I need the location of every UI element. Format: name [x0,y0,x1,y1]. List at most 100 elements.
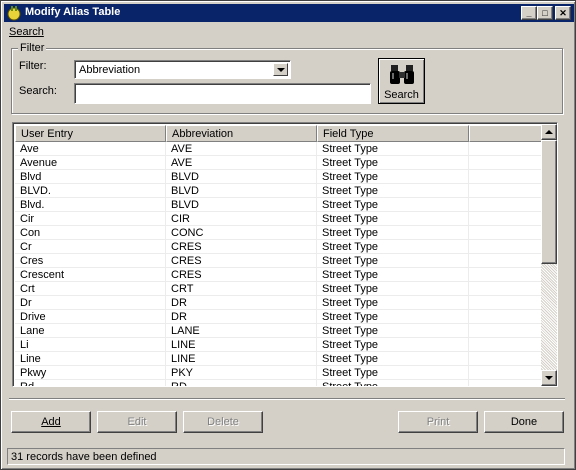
minimize-button[interactable]: _ [521,6,537,20]
cell-user-entry: Crt [20,283,35,295]
table-row[interactable]: Pkwy PKY Street Type [15,366,542,380]
table-row[interactable]: Ave AVE Street Type [15,142,542,156]
menu-bar: Search [9,26,44,42]
close-button[interactable]: ✕ [555,6,571,20]
cell-user-entry: Cir [20,213,35,225]
cell-abbreviation: DR [171,297,187,309]
app-icon [7,6,21,21]
cell-abbreviation: PKY [171,367,194,379]
minimize-icon: _ [526,8,532,18]
cell-field-type: Street Type [322,353,379,365]
cell-abbreviation: DR [171,311,187,323]
scrollbar-thumb[interactable] [541,140,557,264]
delete-button[interactable]: Delete [183,411,263,433]
vertical-scrollbar[interactable] [541,124,557,386]
status-bar: 31 records have been defined [7,448,565,465]
cell-field-type: Street Type [322,283,379,295]
table-row[interactable]: Dr DR Street Type [15,296,542,310]
title-bar[interactable]: Modify Alias Table _ □ ✕ [4,4,574,22]
cell-field-type: Street Type [322,185,379,197]
separator [9,398,565,400]
alias-table[interactable]: User Entry Abbreviation Field Type Ave AV… [12,122,558,387]
table-row[interactable]: Blvd. BLVD Street Type [15,198,542,212]
cell-abbreviation: LINE [171,353,196,365]
table-row[interactable]: Crescent CRES Street Type [15,268,542,282]
cell-abbreviation: BLVD [171,185,199,197]
cell-user-entry: Cr [20,241,32,253]
scroll-down-arrow-icon[interactable] [541,370,557,386]
table-row[interactable]: Crt CRT Street Type [15,282,542,296]
cell-abbreviation: CRT [171,283,194,295]
table-row[interactable]: BLVD. BLVD Street Type [15,184,542,198]
search-label: Search: [19,85,57,97]
cell-field-type: Street Type [322,339,379,351]
cell-field-type: Street Type [322,143,379,155]
cell-abbreviation: LINE [171,339,196,351]
cell-user-entry: Avenue [20,157,58,169]
maximize-button[interactable]: □ [537,6,553,20]
cell-abbreviation: AVE [171,143,193,155]
filter-dropdown[interactable]: Abbreviation [74,60,291,79]
cell-user-entry: Blvd [20,171,42,183]
cell-field-type: Street Type [322,171,379,183]
table-row[interactable]: Line LINE Street Type [15,352,542,366]
table-body: Ave AVE Street Type Avenue AVE Street Type Blv… [15,142,542,386]
cell-user-entry: Li [20,339,29,351]
table-row[interactable]: Cir CIR Street Type [15,212,542,226]
table-row[interactable]: Rd RD Street Type [15,380,542,386]
column-header-user-entry[interactable]: User Entry [15,125,166,142]
cell-field-type: Street Type [322,255,379,267]
cell-field-type: Street Type [322,157,379,169]
edit-button-label: Edit [127,416,147,428]
edit-button[interactable]: Edit [97,411,177,433]
table-row[interactable]: Drive DR Street Type [15,310,542,324]
scroll-up-arrow-icon[interactable] [541,124,557,140]
cell-user-entry: Lane [20,325,45,337]
table-row[interactable]: Avenue AVE Street Type [15,156,542,170]
table-row[interactable]: Blvd BLVD Street Type [15,170,542,184]
table-header: User Entry Abbreviation Field Type [15,125,542,142]
cell-abbreviation: AVE [171,157,193,169]
modify-alias-table-window: Modify Alias Table _ □ ✕ Search Filter F… [0,0,576,470]
done-button[interactable]: Done [484,411,564,433]
table-row[interactable]: Cres CRES Street Type [15,254,542,268]
cell-abbreviation: CRES [171,255,202,267]
filter-groupbox [11,48,563,114]
cell-abbreviation: CONC [171,227,204,239]
cell-field-type: Street Type [322,241,379,253]
print-button[interactable]: Print [398,411,478,433]
cell-abbreviation: CRES [171,241,202,253]
status-text: 31 records have been defined [11,451,157,463]
close-icon: ✕ [559,8,567,18]
column-header-field-type[interactable]: Field Type [317,125,469,142]
cell-field-type: Street Type [322,269,379,281]
search-input[interactable] [74,83,371,104]
table-row[interactable]: Li LINE Street Type [15,338,542,352]
cell-abbreviation: LANE [171,325,200,337]
cell-abbreviation: RD [171,381,187,386]
add-button-label: Add [41,416,61,428]
cell-user-entry: Crescent [20,269,65,281]
table-row[interactable]: Con CONC Street Type [15,226,542,240]
menu-search[interactable]: Search [9,26,44,38]
cell-user-entry: Line [20,353,41,365]
cell-user-entry: Blvd. [20,199,45,211]
table-row[interactable]: Cr CRES Street Type [15,240,542,254]
search-button-label: Search [384,89,419,101]
cell-abbreviation: CRES [171,269,202,281]
cell-field-type: Street Type [322,367,379,379]
cell-field-type: Street Type [322,381,378,386]
column-header-abbreviation[interactable]: Abbreviation [166,125,317,142]
window-title: Modify Alias Table [25,6,121,18]
column-header-empty [469,125,542,142]
cell-user-entry: Ave [20,143,39,155]
add-button[interactable]: Add [11,411,91,433]
delete-button-label: Delete [207,416,239,428]
table-row[interactable]: Lane LANE Street Type [15,324,542,338]
search-button[interactable]: Search [378,58,425,104]
done-button-label: Done [510,416,538,428]
cell-user-entry: Rd [20,381,34,386]
cell-user-entry: Cres [20,255,44,267]
print-button-label: Print [426,416,450,428]
chevron-down-icon[interactable] [273,63,288,76]
